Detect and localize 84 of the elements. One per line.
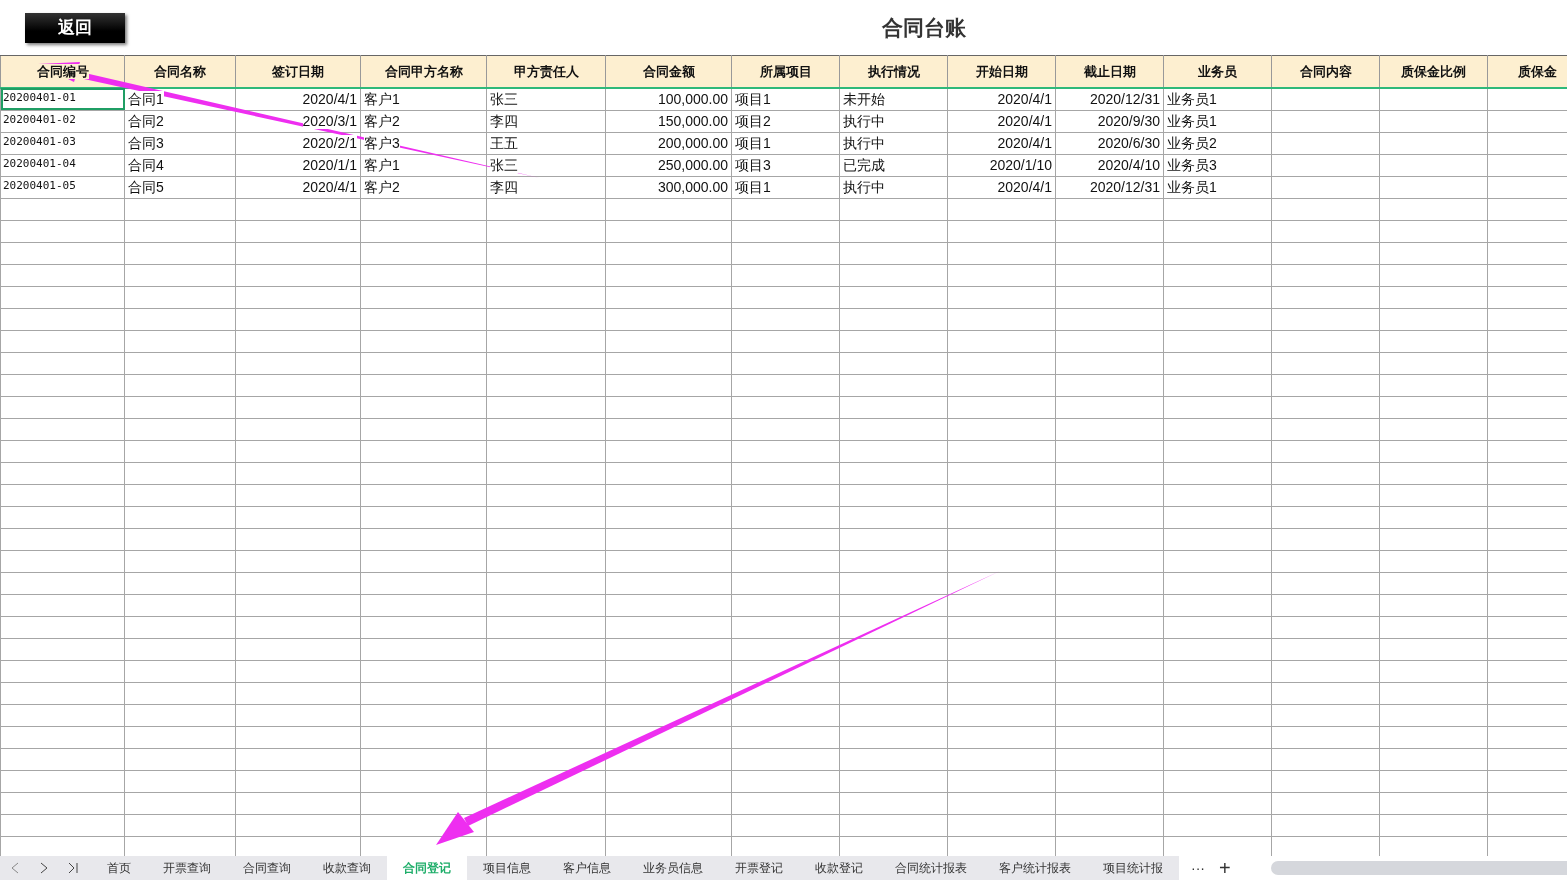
column-header: 截止日期 bbox=[1055, 55, 1164, 88]
table-cell: 王五 bbox=[486, 132, 606, 154]
sheet-tab[interactable]: 客户统计报表 bbox=[983, 856, 1087, 880]
table-cell: 业务员1 bbox=[1163, 87, 1272, 110]
table-cell: 合同5 bbox=[124, 176, 236, 198]
table-cell: 2020/4/1 bbox=[947, 87, 1056, 110]
column-header: 合同金额 bbox=[605, 55, 732, 88]
table-cell: 张三 bbox=[486, 87, 606, 110]
table-cell: 200,000.00 bbox=[605, 132, 732, 154]
column-header: 合同内容 bbox=[1271, 55, 1380, 88]
table-cell: 2020/12/31 bbox=[1055, 87, 1164, 110]
column-header: 质保金比例 bbox=[1379, 55, 1488, 88]
sheet-tab[interactable]: 开票登记 bbox=[719, 856, 799, 880]
table-cell: 2020/9/30 bbox=[1055, 110, 1164, 132]
table-cell: 业务员1 bbox=[1163, 176, 1272, 198]
table-cell: 项目1 bbox=[731, 176, 840, 198]
table-cell: 250,000.00 bbox=[605, 154, 732, 176]
table-cell: 20200401-01 bbox=[0, 87, 125, 110]
sheet-tab[interactable]: 合同查询 bbox=[227, 856, 307, 880]
add-sheet-button[interactable]: + bbox=[1215, 853, 1235, 880]
sheet-tab[interactable]: 合同统计报表 bbox=[879, 856, 983, 880]
table-cell: 2020/1/10 bbox=[947, 154, 1056, 176]
sheet-tab[interactable]: 项目信息 bbox=[467, 856, 547, 880]
table-cell: 执行中 bbox=[839, 176, 948, 198]
last-sheet-icon[interactable] bbox=[67, 862, 78, 874]
table-cell: 业务员2 bbox=[1163, 132, 1272, 154]
table-cell: 已完成 bbox=[839, 154, 948, 176]
table-cell: 20200401-05 bbox=[0, 176, 125, 198]
sheet-title: 合同台账 bbox=[881, 15, 967, 41]
table-cell: 合同2 bbox=[124, 110, 236, 132]
column-header: 甲方责任人 bbox=[486, 55, 606, 88]
sheet-tab[interactable]: 业务员信息 bbox=[627, 856, 719, 880]
table-cell: 2020/12/31 bbox=[1055, 176, 1164, 198]
table-cell: 2020/4/1 bbox=[235, 176, 361, 198]
table-cell: 项目1 bbox=[731, 132, 840, 154]
table-cell: 300,000.00 bbox=[605, 176, 732, 198]
table-cell: 150,000.00 bbox=[605, 110, 732, 132]
table-cell: 20200401-03 bbox=[0, 132, 125, 154]
table-cell: 2020/1/1 bbox=[235, 154, 361, 176]
table-cell: 张三 bbox=[486, 154, 606, 176]
column-header: 质保金 bbox=[1487, 55, 1567, 88]
table-cell: 客户1 bbox=[360, 87, 487, 110]
table-cell: 合同4 bbox=[124, 154, 236, 176]
previous-sheet-icon[interactable] bbox=[10, 862, 19, 874]
table-cell: 20200401-02 bbox=[0, 110, 125, 132]
table-cell: 李四 bbox=[486, 110, 606, 132]
sheet-tab[interactable]: 收款登记 bbox=[799, 856, 879, 880]
horizontal-scrollbar[interactable] bbox=[1270, 861, 1567, 875]
table-cell: 2020/6/30 bbox=[1055, 132, 1164, 154]
table-cell: 业务员1 bbox=[1163, 110, 1272, 132]
column-header: 签订日期 bbox=[235, 55, 361, 88]
table-cell: 项目3 bbox=[731, 154, 840, 176]
table-cell: 2020/4/1 bbox=[947, 176, 1056, 198]
table-cell: 2020/4/1 bbox=[947, 110, 1056, 132]
table-cell: 未开始 bbox=[839, 87, 948, 110]
more-sheets-button[interactable]: ··· bbox=[1187, 857, 1209, 879]
table-cell: 客户2 bbox=[360, 110, 487, 132]
table-cell: 100,000.00 bbox=[605, 87, 732, 110]
column-header: 合同甲方名称 bbox=[360, 55, 487, 88]
next-sheet-icon[interactable] bbox=[39, 862, 48, 874]
sheet-tab[interactable]: 收款查询 bbox=[307, 856, 387, 880]
sheet-tab[interactable]: 开票查询 bbox=[147, 856, 227, 880]
sheet-tab[interactable]: 首页 bbox=[91, 856, 147, 880]
table-cell: 2020/4/1 bbox=[947, 132, 1056, 154]
column-header: 开始日期 bbox=[947, 55, 1056, 88]
back-button[interactable]: 返回 bbox=[25, 12, 125, 43]
sheet-tab[interactable]: 项目统计报 bbox=[1087, 856, 1179, 880]
table-cell: 2020/2/1 bbox=[235, 132, 361, 154]
column-header: 业务员 bbox=[1163, 55, 1272, 88]
table-cell: 项目2 bbox=[731, 110, 840, 132]
table-cell: 业务员3 bbox=[1163, 154, 1272, 176]
table-cell: 20200401-04 bbox=[0, 154, 125, 176]
sheet-tab[interactable]: 客户信息 bbox=[547, 856, 627, 880]
table-cell: 项目1 bbox=[731, 87, 840, 110]
table-cell: 李四 bbox=[486, 176, 606, 198]
table-cell: 2020/4/10 bbox=[1055, 154, 1164, 176]
table-cell: 客户2 bbox=[360, 176, 487, 198]
column-header: 合同名称 bbox=[124, 55, 236, 88]
table-cell: 合同3 bbox=[124, 132, 236, 154]
table-cell: 执行中 bbox=[839, 110, 948, 132]
column-header: 所属项目 bbox=[731, 55, 840, 88]
column-header: 合同编号 bbox=[0, 55, 125, 88]
column-header: 执行情况 bbox=[839, 55, 948, 88]
table-cell: 执行中 bbox=[839, 132, 948, 154]
